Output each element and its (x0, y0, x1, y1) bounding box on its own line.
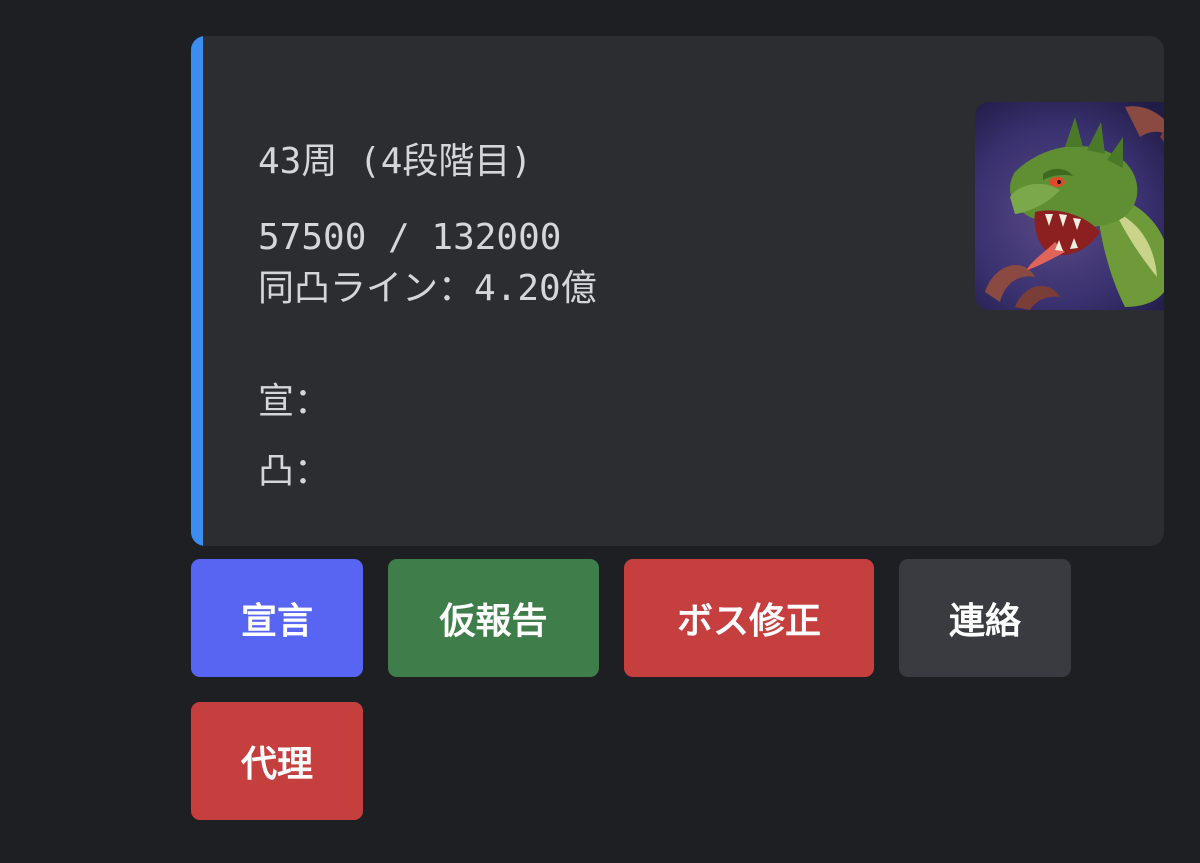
embed-accent-bar (191, 36, 203, 546)
attacking-members-text: 凸： (258, 451, 331, 492)
declared-members-text: 宣： (258, 381, 331, 422)
contact-button[interactable]: 連絡 (899, 559, 1071, 677)
declare-button[interactable]: 宣言 (191, 559, 363, 677)
embed-body: 43周 (4段階目) 57500 / 132000 同凸ライン：4.20億 宣：… (258, 36, 1164, 546)
boss-correction-button[interactable]: ボス修正 (624, 559, 874, 677)
green-dragon-boss-icon (975, 102, 1164, 310)
proxy-button[interactable]: 代理 (191, 702, 363, 820)
temporary-report-button[interactable]: 仮報告 (388, 559, 599, 677)
boss-status-embed: 43周 (4段階目) 57500 / 132000 同凸ライン：4.20億 宣：… (191, 36, 1164, 546)
round-stage-text: 43周 (4段階目) (258, 141, 533, 182)
boss-hp-text: 57500 / 132000 (258, 217, 562, 258)
simultaneous-attack-line-text: 同凸ライン：4.20億 (258, 268, 597, 309)
